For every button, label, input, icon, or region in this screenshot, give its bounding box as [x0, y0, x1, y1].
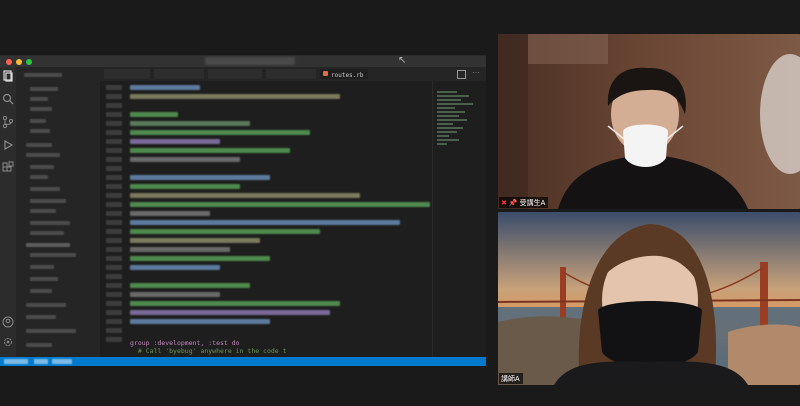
participant-video-student[interactable]: ✖ 📌 受講生A	[498, 34, 800, 209]
instructor-video-frame	[498, 212, 800, 385]
file-explorer-sidebar[interactable]	[16, 67, 100, 357]
minimap[interactable]	[432, 81, 481, 357]
window-controls[interactable]	[6, 58, 32, 65]
status-bar	[0, 357, 486, 366]
active-tab-label: routes.rb	[331, 72, 364, 79]
more-actions-icon[interactable]: ···	[472, 68, 480, 77]
run-debug-icon[interactable]	[1, 138, 15, 152]
editor-tab[interactable]	[104, 69, 150, 79]
mic-off-icon: ✖	[501, 199, 507, 207]
minimize-window-icon[interactable]	[16, 58, 22, 65]
code-line-comment: # Call 'byebug' anywhere in the code t	[130, 347, 287, 355]
participant-name-tag: ✖ 📌 受講生A	[499, 197, 549, 208]
ruby-file-icon	[323, 71, 328, 76]
tab-active[interactable]: routes.rb	[320, 69, 368, 79]
code-line-group: group :development, :test do	[130, 339, 240, 347]
pin-icon: 📌	[508, 199, 518, 207]
student-video-frame	[498, 34, 800, 209]
participant-name: 受講生A	[519, 199, 546, 207]
editor-tab[interactable]	[208, 69, 262, 79]
participant-video-instructor[interactable]: 講師A	[498, 212, 800, 385]
editor-titlebar: ↖	[0, 55, 486, 67]
settings-gear-icon[interactable]	[1, 335, 15, 349]
participant-name-tag: 講師A	[499, 373, 523, 384]
source-control-icon[interactable]	[1, 115, 15, 129]
search-icon[interactable]	[1, 92, 15, 106]
shared-screen: ↖ routes.rb ··· group:development,:tes…	[0, 55, 486, 366]
close-window-icon[interactable]	[6, 58, 12, 65]
editor-tab[interactable]	[154, 69, 204, 79]
extensions-icon[interactable]	[1, 161, 15, 175]
code-editor[interactable]: group :development, :test do # Call 'bye…	[100, 81, 432, 357]
split-editor-icon[interactable]	[457, 70, 466, 79]
editor-tab[interactable]	[266, 69, 316, 79]
activity-bar	[0, 67, 16, 357]
window-title-blurred	[205, 57, 295, 65]
participant-name: 講師A	[501, 375, 520, 383]
account-icon[interactable]	[1, 315, 15, 329]
maximize-window-icon[interactable]	[26, 58, 32, 65]
explorer-icon[interactable]	[1, 69, 15, 83]
editor-tab-bar: routes.rb ···	[100, 67, 486, 81]
mouse-pointer-icon: ↖	[398, 55, 407, 66]
